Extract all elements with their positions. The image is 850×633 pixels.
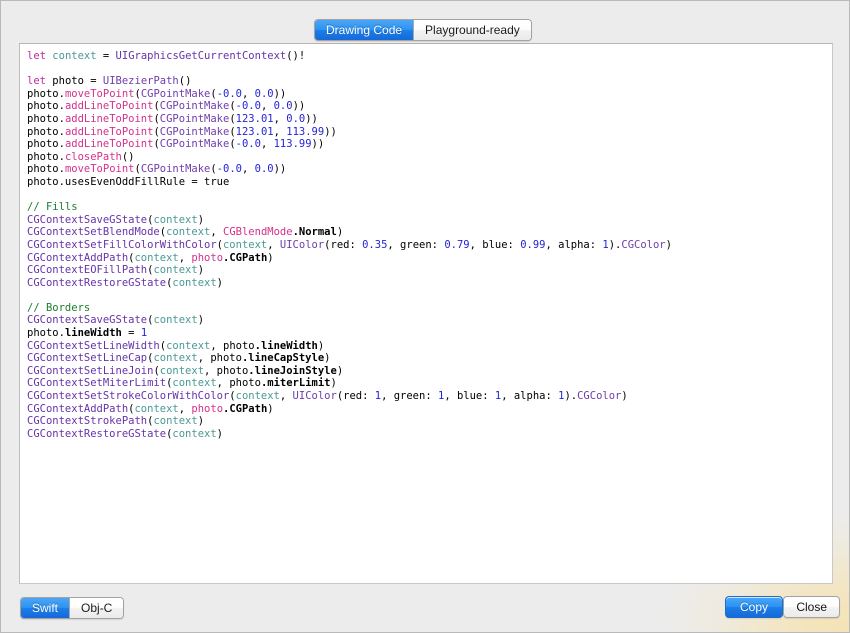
- bottom-toolbar: Swift Obj-C Copy Close: [1, 584, 849, 632]
- segment-swift[interactable]: Swift: [21, 598, 70, 618]
- code-line: CGContextStrokePath(context): [27, 415, 205, 428]
- code-line: CGContextRestoreGState(context): [27, 427, 223, 440]
- copy-button[interactable]: Copy: [725, 596, 783, 618]
- code-line: photo.closePath(): [27, 150, 135, 163]
- drawing-code-dialog: Drawing Code Playground-ready let contex…: [0, 0, 850, 633]
- code-line: CGContextSetLineCap(context, photo.lineC…: [27, 352, 331, 365]
- code-line: photo.addLineToPoint(CGPointMake(123.01,…: [27, 125, 337, 138]
- code-line: CGContextSetLineWidth(context, photo.lin…: [27, 339, 325, 352]
- source-code-text[interactable]: let context = UIGraphicsGetCurrentContex…: [20, 44, 832, 440]
- tab-playground-ready[interactable]: Playground-ready: [413, 20, 531, 40]
- segment-objc[interactable]: Obj-C: [69, 598, 124, 618]
- output-format-segmented-control[interactable]: Drawing Code Playground-ready: [314, 19, 532, 41]
- code-line: CGContextSetBlendMode(context, CGBlendMo…: [27, 226, 344, 239]
- code-line: CGContextAddPath(context, photo.CGPath): [27, 402, 274, 415]
- code-line: photo.addLineToPoint(CGPointMake(-0.0, 0…: [27, 100, 306, 113]
- code-scroll-view[interactable]: let context = UIGraphicsGetCurrentContex…: [19, 43, 833, 584]
- tab-drawing-code[interactable]: Drawing Code: [315, 20, 414, 40]
- code-line: photo.moveToPoint(CGPointMake(-0.0, 0.0)…: [27, 163, 287, 176]
- code-line: CGContextSaveGState(context): [27, 213, 205, 226]
- code-line: photo.moveToPoint(CGPointMake(-0.0, 0.0)…: [27, 87, 287, 100]
- code-line: CGContextEOFillPath(context): [27, 264, 205, 277]
- code-line: CGContextSetLineJoin(context, photo.line…: [27, 364, 344, 377]
- code-line: CGContextRestoreGState(context): [27, 276, 223, 289]
- code-line: // Borders: [27, 301, 91, 314]
- code-line: photo.usesEvenOddFillRule = true: [27, 175, 230, 188]
- language-segmented-control[interactable]: Swift Obj-C: [20, 597, 125, 619]
- code-line: CGContextAddPath(context, photo.CGPath): [27, 251, 274, 264]
- code-line: photo.addLineToPoint(CGPointMake(123.01,…: [27, 112, 318, 125]
- top-toolbar: Drawing Code Playground-ready: [1, 1, 849, 43]
- code-line: CGContextSetFillColorWithColor(context, …: [27, 238, 672, 251]
- code-line: photo.lineWidth = 1: [27, 327, 148, 340]
- code-line: CGContextSetStrokeColorWithColor(context…: [27, 390, 628, 403]
- code-line: photo.addLineToPoint(CGPointMake(-0.0, 1…: [27, 138, 325, 151]
- code-line: CGContextSaveGState(context): [27, 314, 205, 327]
- code-line: // Fills: [27, 201, 78, 214]
- code-line: let photo = UIBezierPath(): [27, 75, 192, 88]
- code-line: CGContextSetMiterLimit(context, photo.mi…: [27, 377, 337, 390]
- code-line: let context = UIGraphicsGetCurrentContex…: [27, 50, 306, 62]
- close-button[interactable]: Close: [783, 596, 840, 618]
